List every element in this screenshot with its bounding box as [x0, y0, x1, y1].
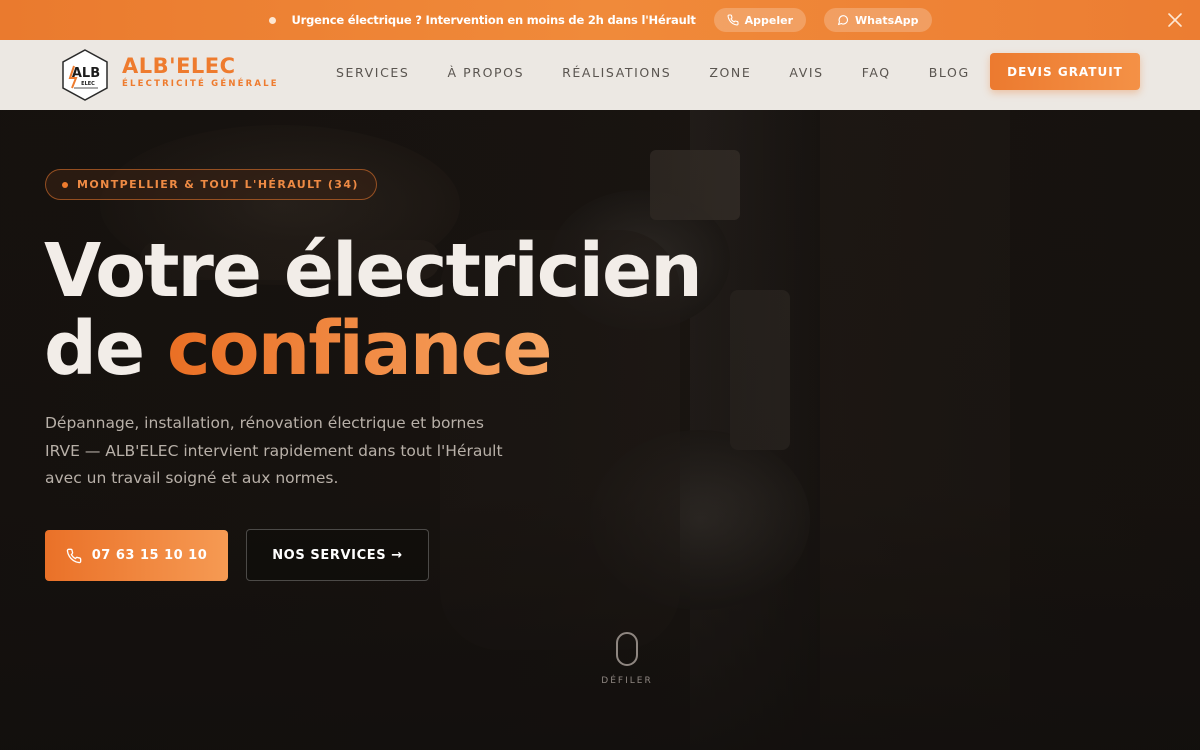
pulse-dot-icon [268, 16, 276, 24]
nav-item-blog[interactable]: BLOG [929, 65, 970, 80]
close-icon[interactable] [1166, 11, 1184, 29]
phone-icon [66, 548, 82, 563]
location-label: MONTPELLIER & TOUT L'HÉRAULT (34) [77, 178, 359, 191]
nav-item-avis[interactable]: AVIS [789, 65, 823, 80]
nav-item-zone[interactable]: ZONE [709, 65, 751, 80]
urgency-bar: Urgence électrique ? Intervention en moi… [0, 0, 1200, 40]
mouse-scroll-icon [616, 632, 638, 666]
hero-description: Dépannage, installation, rénovation élec… [45, 414, 503, 487]
nav-item-faq[interactable]: FAQ [862, 65, 891, 80]
our-services-button[interactable]: NOS SERVICES → [246, 529, 429, 581]
location-dot-icon [62, 181, 68, 188]
main-navigation: ALB ELEC ALB'ELEC ÉLECTRICITÉ GÉNÉRALE S… [0, 40, 1200, 110]
phone-call-button[interactable]: 07 63 15 10 10 [45, 530, 228, 581]
logo-mark-text: ALB [72, 66, 100, 81]
hero-title-line2: de confiance [44, 306, 553, 392]
nav-item-realisations[interactable]: RÉALISATIONS [562, 65, 671, 80]
scroll-label: DÉFILER [601, 676, 653, 686]
whatsapp-button[interactable]: WhatsApp [824, 8, 932, 32]
nav-item-services[interactable]: SERVICES [336, 65, 409, 80]
location-badge: MONTPELLIER & TOUT L'HÉRAULT (34) [45, 169, 377, 200]
hero-title: Votre électricien de confiance [44, 228, 703, 392]
call-label: Appeler [744, 13, 794, 27]
phone-icon [727, 14, 739, 26]
nav-item-a-propos[interactable]: À PROPOS [447, 65, 524, 80]
call-button[interactable]: Appeler [713, 8, 807, 32]
logo-mark-sub: ELEC [81, 81, 95, 87]
whatsapp-label: WhatsApp [855, 13, 919, 27]
brand[interactable]: ALB'ELEC ÉLECTRICITÉ GÉNÉRALE [122, 54, 279, 89]
chat-bubble-icon [837, 15, 849, 26]
logo-icon[interactable]: ALB ELEC [60, 48, 110, 102]
hero-title-accent: confiance [166, 306, 553, 392]
urgency-message: Urgence électrique ? Intervention en moi… [291, 13, 696, 27]
phone-number-label: 07 63 15 10 10 [91, 548, 208, 563]
brand-name: ALB'ELEC [122, 54, 236, 78]
hero-section: MONTPELLIER & TOUT L'HÉRAULT (34) Votre … [0, 110, 1200, 750]
hero-title-line1: Votre électricien [44, 228, 703, 314]
brand-tagline: ÉLECTRICITÉ GÉNÉRALE [122, 79, 279, 89]
free-quote-button[interactable]: DEVIS GRATUIT [990, 53, 1140, 90]
nav-menu: SERVICES À PROPOS RÉALISATIONS ZONE AVIS… [336, 65, 1008, 80]
